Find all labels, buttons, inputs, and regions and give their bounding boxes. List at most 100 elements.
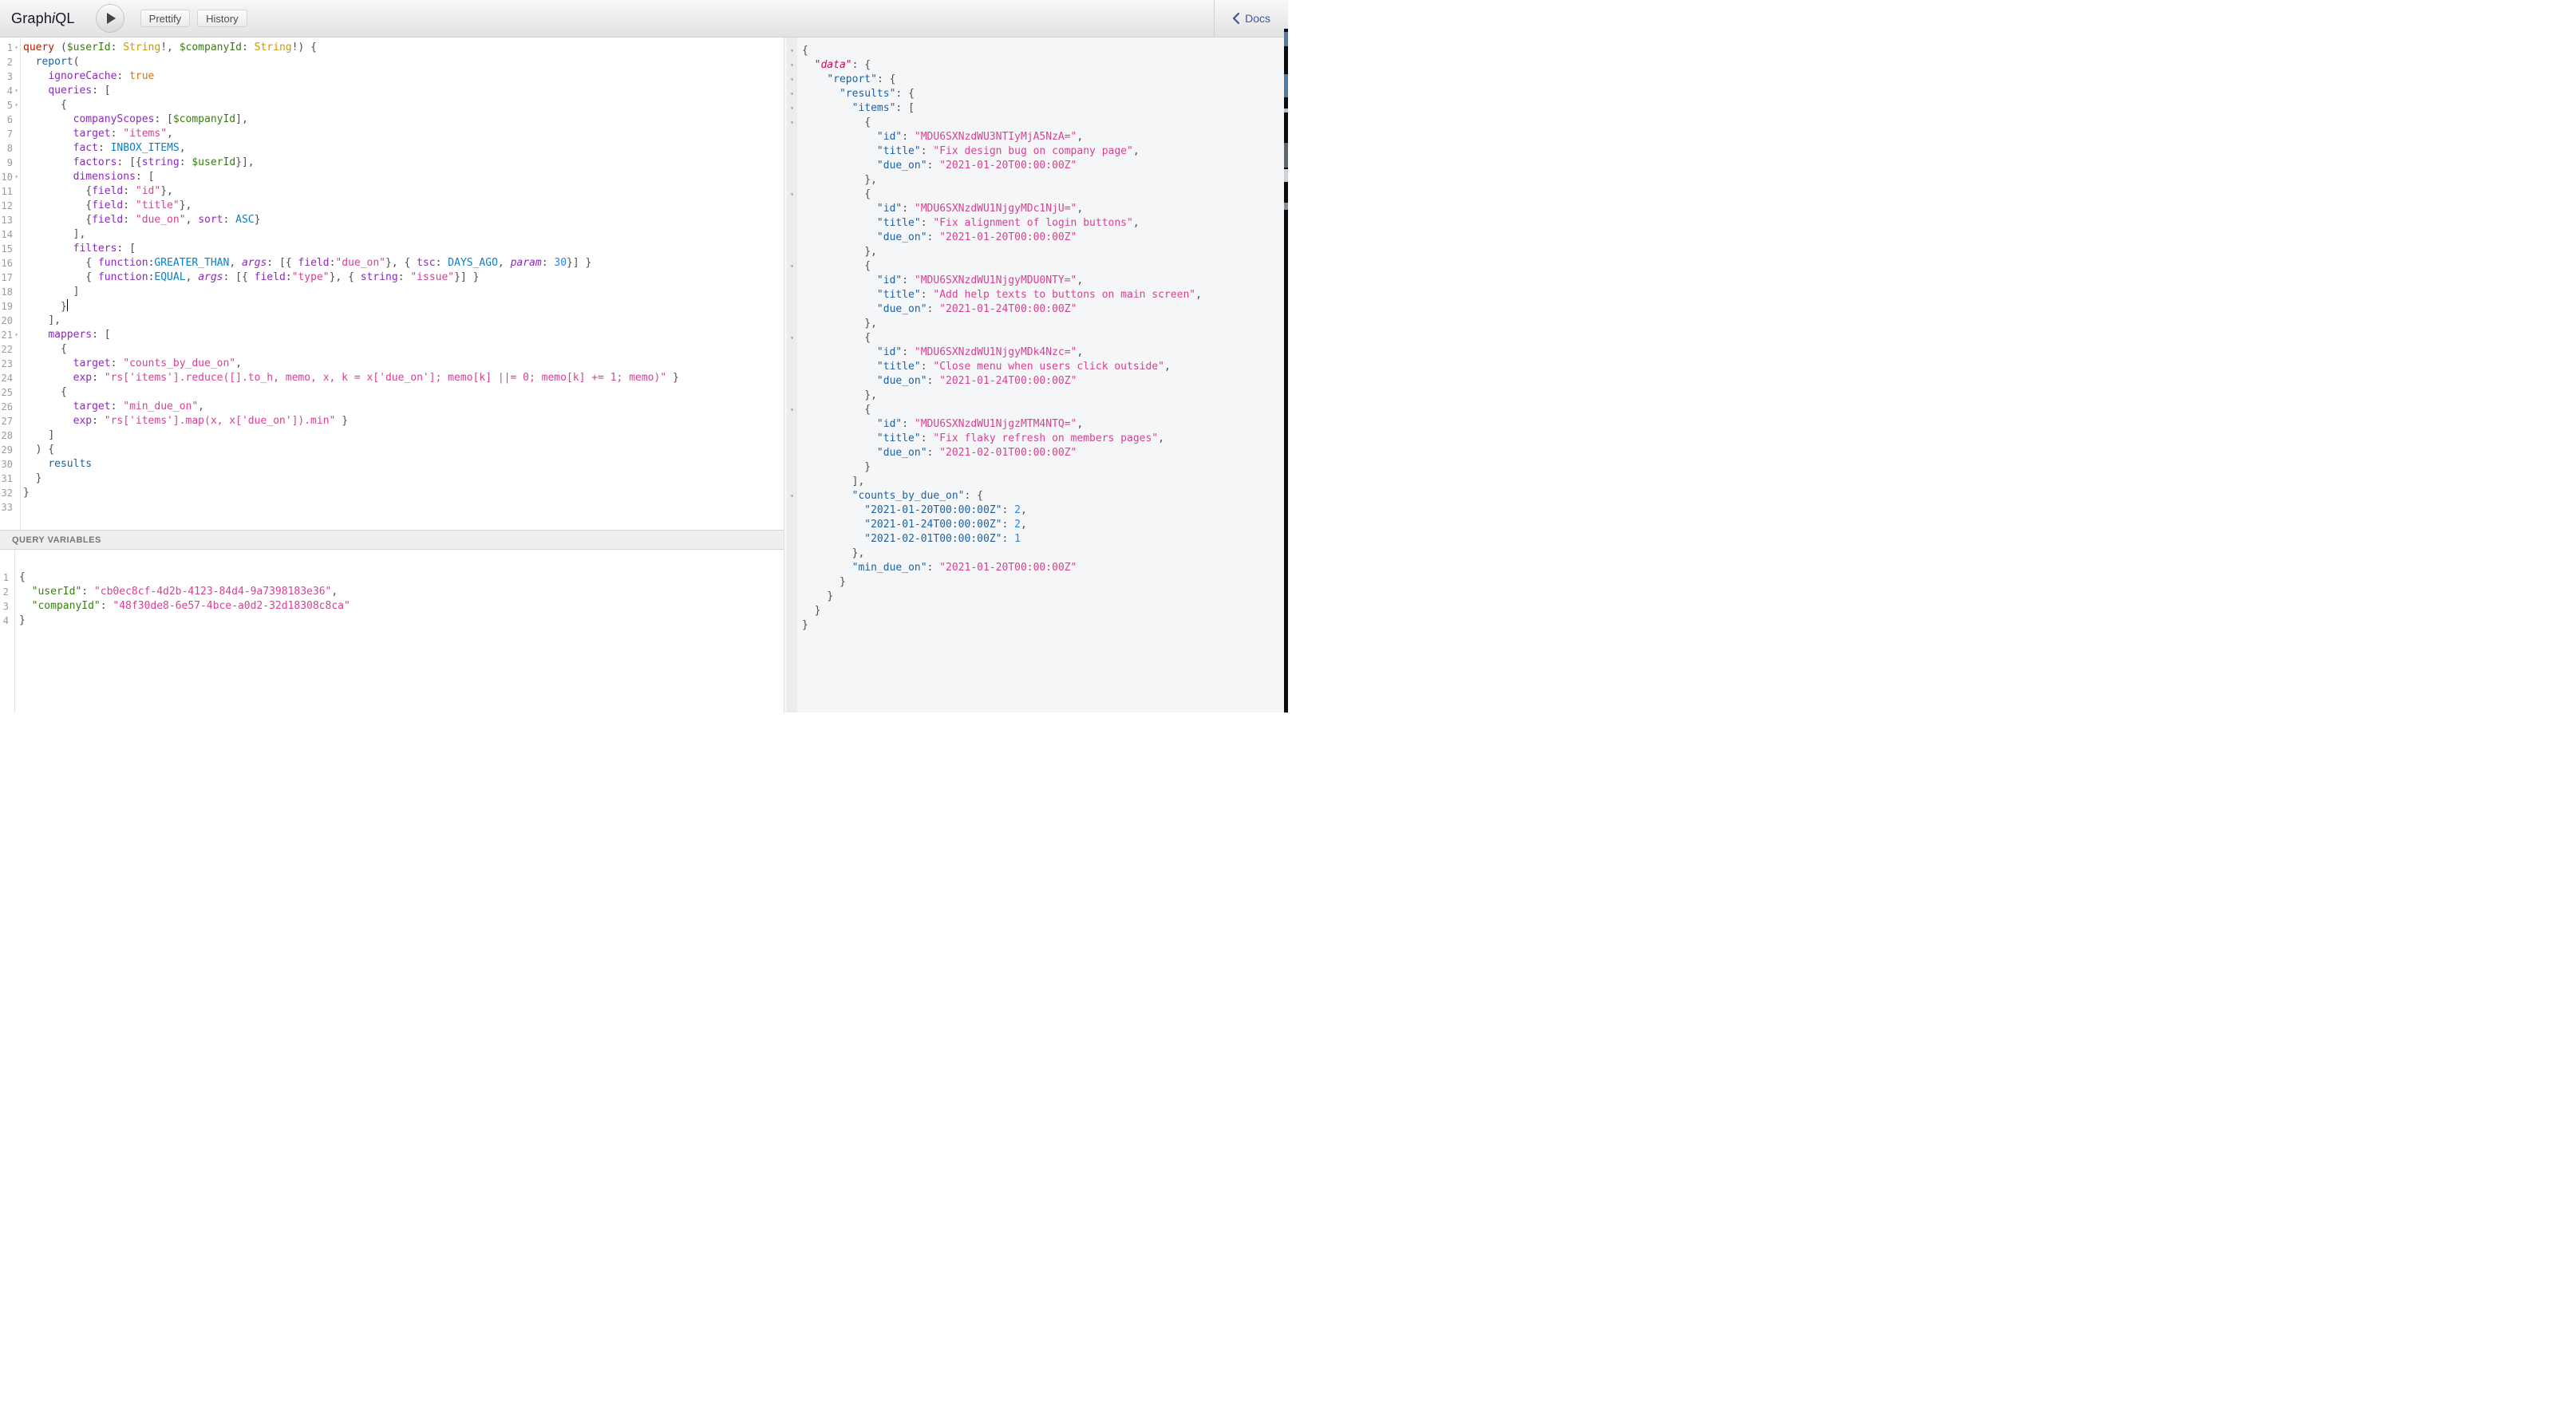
code-text: target: "min_due_on", xyxy=(20,400,204,414)
fold-arrow-icon[interactable]: ▾ xyxy=(787,116,797,130)
line-number: 11 xyxy=(0,184,13,199)
fold-arrow-icon[interactable]: ▾ xyxy=(13,98,20,112)
fold-arrow-icon[interactable]: ▾ xyxy=(787,87,797,101)
toolbar: GraphiQL Prettify History Docs xyxy=(0,0,1288,38)
code-text: } xyxy=(20,472,41,486)
fold-arrow-icon[interactable]: ▾ xyxy=(787,73,797,87)
fold-arrow-icon xyxy=(13,385,20,400)
code-line: 4▾ queries: [ xyxy=(0,84,784,98)
fold-arrow-icon xyxy=(13,457,20,472)
code-line: }, xyxy=(784,389,1288,403)
fold-arrow-icon xyxy=(787,446,797,460)
fold-arrow-icon[interactable]: ▾ xyxy=(13,328,20,342)
screen-edge-segment xyxy=(1284,169,1288,182)
code-text: }, xyxy=(797,547,864,561)
query-variables-header[interactable]: QUERY VARIABLES xyxy=(0,530,784,550)
code-line: "title": "Fix alignment of login buttons… xyxy=(784,216,1288,231)
fold-arrow-icon xyxy=(9,614,14,628)
fold-arrow-icon xyxy=(9,570,14,585)
code-line: "due_on": "2021-01-20T00:00:00Z" xyxy=(784,231,1288,245)
fold-arrow-icon xyxy=(787,503,797,518)
line-number: 31 xyxy=(0,472,13,486)
code-line: 11 {field: "id"}, xyxy=(0,184,784,199)
fold-arrow-icon[interactable]: ▾ xyxy=(787,403,797,417)
fold-arrow-icon xyxy=(13,184,20,199)
fold-arrow-icon[interactable]: ▾ xyxy=(787,188,797,202)
fold-arrow-icon xyxy=(787,532,797,547)
line-number: 3 xyxy=(0,599,9,614)
fold-arrow-icon[interactable]: ▾ xyxy=(13,170,20,184)
line-number: 4 xyxy=(0,614,9,628)
fold-arrow-icon xyxy=(787,590,797,604)
code-text: "2021-01-24T00:00:00Z": 2, xyxy=(797,518,1027,532)
code-text: } xyxy=(797,604,820,618)
fold-arrow-icon xyxy=(787,245,797,259)
code-text: } xyxy=(20,299,68,314)
fold-arrow-icon xyxy=(787,302,797,317)
code-text: query ($userId: String!, $companyId: Str… xyxy=(20,41,317,55)
code-text: "id": "MDU6SXNzdWU1NjgyMDk4Nzc=", xyxy=(797,345,1083,360)
fold-arrow-icon[interactable]: ▾ xyxy=(787,58,797,73)
fold-arrow-icon[interactable]: ▾ xyxy=(787,259,797,274)
code-line: "due_on": "2021-02-01T00:00:00Z" xyxy=(784,446,1288,460)
code-line: 17 { function:EQUAL, args: [{ field:"typ… xyxy=(0,270,784,285)
code-text: exp: "rs['items'].map(x, x['due_on']).mi… xyxy=(20,414,348,428)
code-line: 24 exp: "rs['items'].reduce([].to_h, mem… xyxy=(0,371,784,385)
line-number: 8 xyxy=(0,141,13,156)
fold-arrow-icon xyxy=(787,159,797,173)
fold-arrow-icon[interactable]: ▾ xyxy=(13,41,20,55)
code-line: 13 {field: "due_on", sort: ASC} xyxy=(0,213,784,227)
fold-arrow-icon xyxy=(787,317,797,331)
code-text: "items": [ xyxy=(797,101,915,116)
query-editor[interactable]: 1▾query ($userId: String!, $companyId: S… xyxy=(0,38,784,530)
fold-arrow-icon xyxy=(13,69,20,84)
code-text: "userId": "cb0ec8cf-4d2b-4123-84d4-9a739… xyxy=(14,585,338,599)
screen-edge-segment xyxy=(1284,74,1288,97)
code-line: 16 { function:GREATER_THAN, args: [{ fie… xyxy=(0,256,784,270)
code-line: } xyxy=(784,460,1288,475)
fold-arrow-icon xyxy=(13,299,20,314)
code-text: "title": "Fix flaky refresh on members p… xyxy=(797,432,1164,446)
code-text: target: "counts_by_due_on", xyxy=(20,357,242,371)
fold-arrow-icon xyxy=(787,460,797,475)
fold-arrow-icon[interactable]: ▾ xyxy=(787,489,797,503)
fold-arrow-icon xyxy=(9,585,14,599)
prettify-button[interactable]: Prettify xyxy=(140,10,190,27)
code-line: 7 target: "items", xyxy=(0,127,784,141)
code-line: "id": "MDU6SXNzdWU1NjgyMDc1NjU=", xyxy=(784,202,1288,216)
docs-link[interactable]: Docs xyxy=(1215,0,1288,37)
line-number: 29 xyxy=(0,443,13,457)
line-number: 14 xyxy=(0,227,13,242)
execute-query-button[interactable] xyxy=(96,4,124,33)
fold-arrow-icon xyxy=(13,242,20,256)
code-line: ▾ "counts_by_due_on": { xyxy=(784,489,1288,503)
code-line: "id": "MDU6SXNzdWU1NjgyMDk4Nzc=", xyxy=(784,345,1288,360)
fold-arrow-icon[interactable]: ▾ xyxy=(787,44,797,58)
code-text: {field: "title"}, xyxy=(20,199,192,213)
history-button[interactable]: History xyxy=(197,10,247,27)
code-text: }, xyxy=(797,389,877,403)
fold-arrow-icon[interactable]: ▾ xyxy=(787,331,797,345)
code-text: "id": "MDU6SXNzdWU1NjgzMTM4NTQ=", xyxy=(797,417,1083,432)
query-variables-editor[interactable]: 1{2 "userId": "cb0ec8cf-4d2b-4123-84d4-9… xyxy=(0,550,784,712)
code-text: } xyxy=(797,460,871,475)
fold-arrow-icon[interactable]: ▾ xyxy=(787,101,797,116)
code-text: { xyxy=(20,98,67,112)
code-text: "due_on": "2021-01-24T00:00:00Z" xyxy=(797,302,1077,317)
line-number: 20 xyxy=(0,314,13,328)
code-line: 31 } xyxy=(0,472,784,486)
fold-arrow-icon[interactable]: ▾ xyxy=(13,84,20,98)
code-text: ] xyxy=(20,428,54,443)
code-text: "report": { xyxy=(797,73,895,87)
fold-arrow-icon xyxy=(787,417,797,432)
code-text: "2021-01-20T00:00:00Z": 2, xyxy=(797,503,1027,518)
line-number: 32 xyxy=(0,486,13,500)
editor-split: 1▾query ($userId: String!, $companyId: S… xyxy=(0,38,1288,712)
line-number: 5 xyxy=(0,98,13,112)
code-line: "due_on": "2021-01-20T00:00:00Z" xyxy=(784,159,1288,173)
line-number: 2 xyxy=(0,55,13,69)
fold-arrow-icon xyxy=(787,374,797,389)
code-text: report( xyxy=(20,55,79,69)
code-text: fact: INBOX_ITEMS, xyxy=(20,141,186,156)
fold-arrow-icon xyxy=(787,389,797,403)
